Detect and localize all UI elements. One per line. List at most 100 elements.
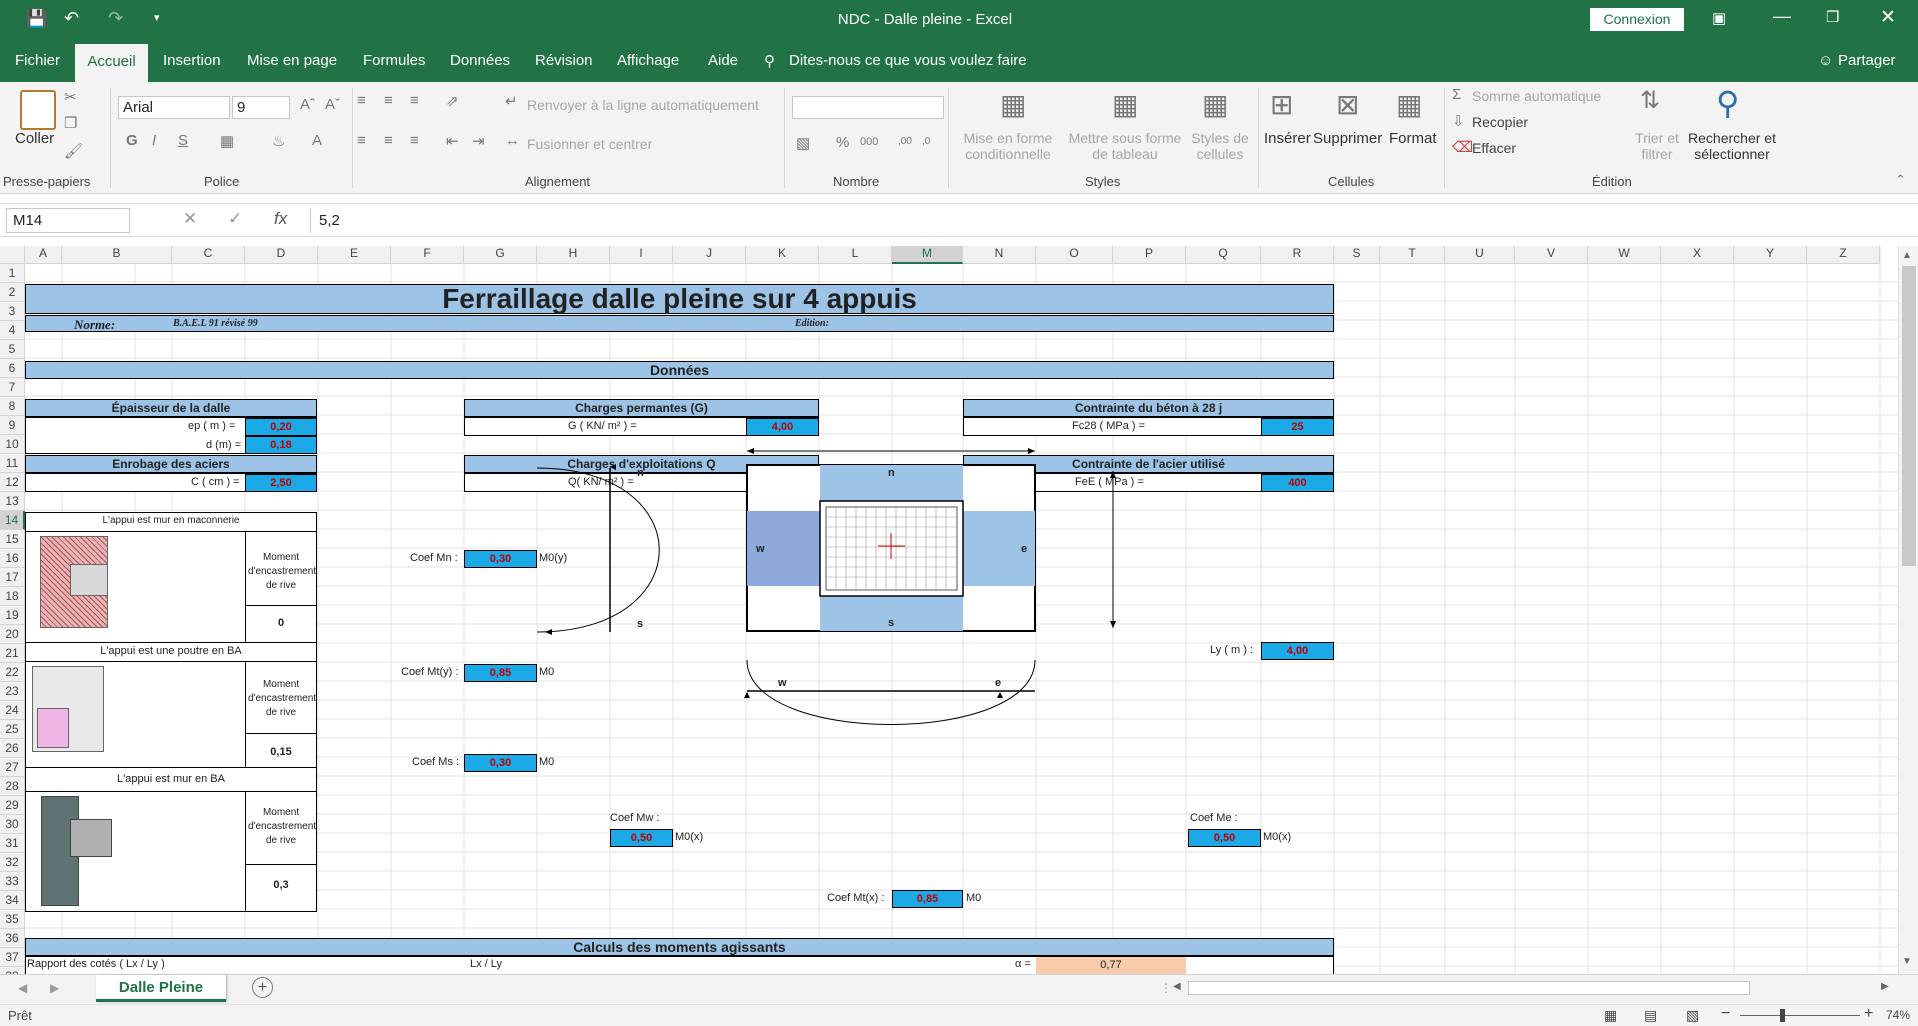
coef-me-value[interactable]: 0,50 bbox=[1188, 829, 1261, 847]
name-box[interactable]: M14 bbox=[6, 208, 130, 233]
fc28-value[interactable]: 25 bbox=[1261, 418, 1334, 436]
merge-center-icon[interactable]: ↔ bbox=[505, 132, 520, 149]
paste-icon[interactable] bbox=[20, 90, 56, 130]
clear-icon[interactable]: ⌫ bbox=[1452, 138, 1473, 156]
sheet-title[interactable]: Ferraillage dalle pleine sur 4 appuis bbox=[25, 284, 1334, 314]
horizontal-scroll-thumb[interactable] bbox=[1188, 981, 1750, 995]
align-right-icon[interactable]: ≡ bbox=[410, 132, 419, 149]
align-left-icon[interactable]: ≡ bbox=[357, 132, 366, 149]
col-header-l[interactable]: L bbox=[819, 246, 892, 264]
tab-donnees[interactable]: Données bbox=[450, 52, 510, 69]
fill-handle[interactable] bbox=[960, 528, 965, 533]
col-header-d[interactable]: D bbox=[245, 246, 318, 264]
borders-icon[interactable]: ▦ bbox=[220, 132, 234, 150]
row-header[interactable]: 38 bbox=[0, 967, 25, 974]
row-header[interactable]: 11 bbox=[0, 454, 25, 473]
row-header[interactable]: 20 bbox=[0, 625, 25, 644]
insert-cells-button[interactable]: Insérer bbox=[1264, 130, 1311, 147]
currency-icon[interactable]: ▧ bbox=[796, 134, 810, 152]
font-color-icon[interactable]: A bbox=[312, 132, 322, 149]
col-header-j[interactable]: J bbox=[673, 246, 746, 264]
col-header-c[interactable]: C bbox=[172, 246, 245, 264]
coef-mty-value[interactable]: 0,85 bbox=[464, 664, 537, 682]
autosum-button[interactable]: Somme automatique bbox=[1472, 88, 1601, 104]
zoom-slider[interactable] bbox=[1740, 1015, 1860, 1016]
page-break-icon[interactable]: ▧ bbox=[1686, 1007, 1699, 1024]
lx-value-cell[interactable]: 5,20 bbox=[892, 512, 963, 531]
percent-icon[interactable]: % bbox=[836, 134, 849, 151]
tab-revision[interactable]: Révision bbox=[535, 52, 593, 69]
delete-cells-icon[interactable]: ⊠ bbox=[1336, 88, 1359, 121]
coef-mw-value[interactable]: 0,50 bbox=[610, 829, 673, 847]
col-header-f[interactable]: F bbox=[391, 246, 464, 264]
fill-color-icon[interactable]: ♨ bbox=[272, 132, 285, 150]
bold-icon[interactable]: G bbox=[126, 132, 138, 149]
vertical-scrollbar[interactable]: ▲ ▼ bbox=[1898, 246, 1918, 974]
col-header-h[interactable]: H bbox=[537, 246, 610, 264]
cancel-icon[interactable]: ✕ bbox=[183, 209, 197, 229]
copy-icon[interactable]: ❐ bbox=[64, 114, 77, 132]
tab-fichier[interactable]: Fichier bbox=[15, 52, 60, 69]
row-header[interactable]: 3 bbox=[0, 302, 25, 321]
autosum-icon[interactable]: Σ bbox=[1452, 86, 1461, 103]
format-cells-button[interactable]: Format bbox=[1389, 130, 1437, 147]
insert-function-icon[interactable]: fx bbox=[274, 209, 287, 229]
coef-ms-value[interactable]: 0,30 bbox=[464, 754, 537, 772]
conditional-format-icon[interactable]: ▦ bbox=[1000, 88, 1026, 121]
row-header[interactable]: 19 bbox=[0, 606, 25, 625]
row-header[interactable]: 35 bbox=[0, 910, 25, 929]
col-header-p[interactable]: P bbox=[1113, 246, 1186, 264]
g-value[interactable]: 4,00 bbox=[746, 418, 819, 436]
orientation-icon[interactable]: ⇗ bbox=[446, 92, 459, 110]
scroll-down-icon[interactable]: ▼ bbox=[1902, 956, 1912, 967]
row-header[interactable]: 29 bbox=[0, 796, 25, 815]
clear-button[interactable]: Effacer bbox=[1472, 140, 1516, 156]
tab-formules[interactable]: Formules bbox=[363, 52, 426, 69]
fill-icon[interactable]: ⇩ bbox=[1452, 112, 1465, 130]
col-header-x[interactable]: X bbox=[1661, 246, 1734, 264]
delete-cells-button[interactable]: Supprimer bbox=[1313, 130, 1382, 147]
tab-affichage[interactable]: Affichage bbox=[617, 52, 679, 69]
col-header-v[interactable]: V bbox=[1515, 246, 1588, 264]
col-header-z[interactable]: Z bbox=[1807, 246, 1880, 264]
font-shrink-icon[interactable]: Aˇ bbox=[325, 96, 340, 113]
normal-view-icon[interactable]: ▦ bbox=[1604, 1007, 1617, 1024]
row-header[interactable]: 21 bbox=[0, 644, 25, 663]
row-header[interactable]: 4 bbox=[0, 321, 25, 340]
cut-icon[interactable]: ✂ bbox=[64, 88, 77, 106]
coef-mn-value[interactable]: 0,30 bbox=[464, 550, 537, 568]
font-name-select[interactable]: Arial bbox=[118, 96, 230, 119]
tab-next-icon[interactable]: ▶ bbox=[50, 981, 59, 995]
col-header-o[interactable]: O bbox=[1036, 246, 1113, 264]
paste-button[interactable]: Coller bbox=[15, 130, 54, 147]
row-header[interactable]: 10 bbox=[0, 435, 25, 454]
conditional-format-button[interactable]: Mise en forme conditionnelle bbox=[955, 130, 1061, 162]
merge-center-button[interactable]: Fusionner et centrer bbox=[527, 136, 652, 152]
col-header-s[interactable]: S bbox=[1334, 246, 1380, 264]
scroll-up-icon[interactable]: ▲ bbox=[1902, 250, 1912, 261]
ribbon-options-icon[interactable]: ▣ bbox=[1712, 9, 1726, 27]
row-header[interactable]: 25 bbox=[0, 720, 25, 739]
alpha-value[interactable]: 0,77 bbox=[1036, 957, 1186, 974]
font-grow-icon[interactable]: Aˆ bbox=[300, 96, 315, 113]
row-header[interactable]: 31 bbox=[0, 834, 25, 853]
horizontal-scrollbar[interactable]: ◀ ▶ bbox=[1170, 979, 1898, 997]
col-header-r[interactable]: R bbox=[1261, 246, 1334, 264]
tab-prev-icon[interactable]: ◀ bbox=[18, 981, 27, 995]
align-middle-icon[interactable]: ≡ bbox=[384, 92, 393, 109]
row-header[interactable]: 14 bbox=[0, 511, 25, 530]
row-header[interactable]: 2 bbox=[0, 283, 25, 302]
fee-value[interactable]: 400 bbox=[1261, 474, 1334, 492]
d-value[interactable]: 0,18 bbox=[245, 436, 317, 454]
tab-accueil[interactable]: Accueil bbox=[75, 44, 148, 82]
align-top-icon[interactable]: ≡ bbox=[357, 92, 366, 109]
row-header[interactable]: 18 bbox=[0, 587, 25, 606]
format-cells-icon[interactable]: ▦ bbox=[1396, 88, 1422, 121]
align-bottom-icon[interactable]: ≡ bbox=[410, 92, 419, 109]
row-header[interactable]: 37 bbox=[0, 948, 25, 967]
scroll-right-icon[interactable]: ▶ bbox=[1881, 981, 1889, 992]
underline-icon[interactable]: S bbox=[178, 132, 188, 149]
zoom-slider-thumb[interactable] bbox=[1780, 1009, 1785, 1022]
row-header[interactable]: 28 bbox=[0, 777, 25, 796]
decrease-decimal-icon[interactable]: ,0 bbox=[922, 136, 930, 147]
